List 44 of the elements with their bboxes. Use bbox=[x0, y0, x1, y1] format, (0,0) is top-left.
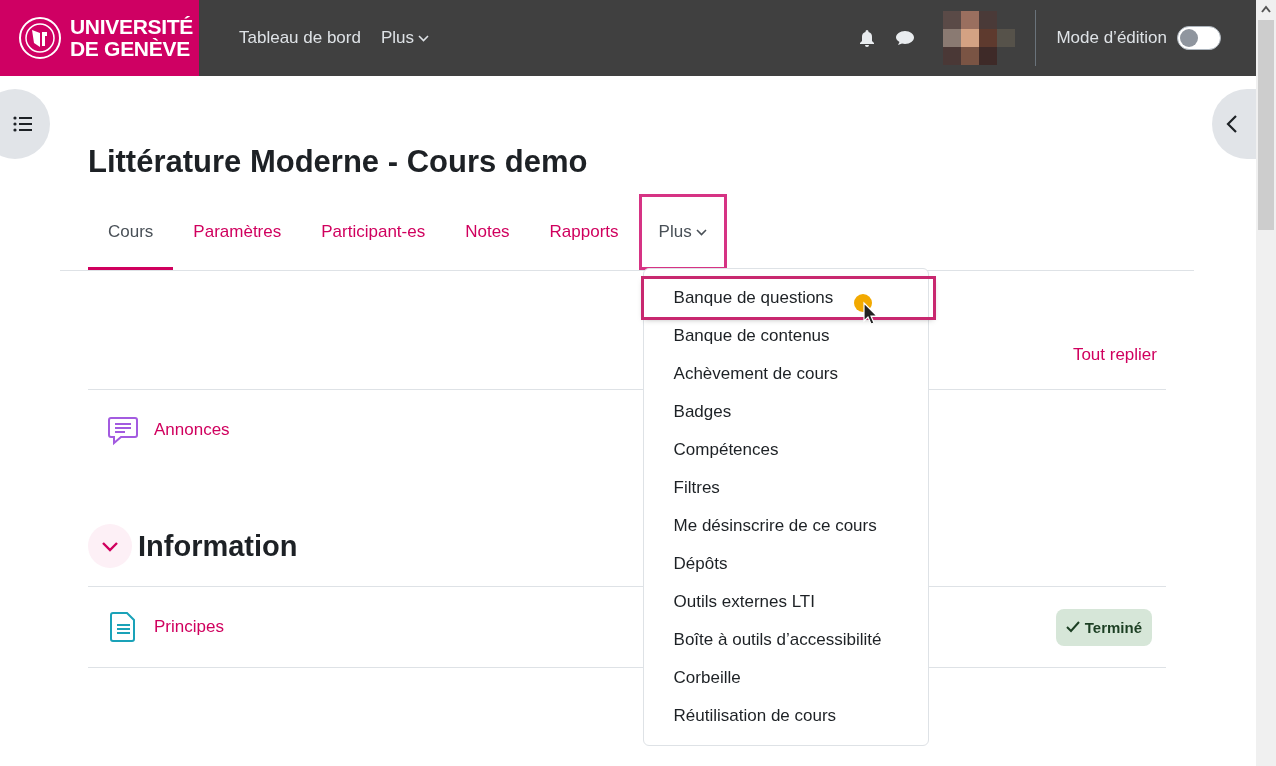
chevron-left-icon bbox=[1226, 114, 1238, 134]
menu-item[interactable]: Me désinscrire de ce cours bbox=[643, 507, 928, 545]
list-icon bbox=[13, 116, 33, 132]
course-title: Littérature Moderne - Cours demo bbox=[88, 144, 589, 180]
activity-link[interactable]: Principes bbox=[154, 615, 224, 639]
seal-icon bbox=[18, 16, 62, 60]
course-index-button[interactable] bbox=[0, 89, 50, 159]
course-tab[interactable]: Rapports bbox=[529, 194, 639, 270]
scrollbar-thumb[interactable] bbox=[1258, 20, 1274, 230]
menu-item[interactable]: Banque de questions bbox=[643, 279, 933, 317]
avatar-placeholder[interactable] bbox=[943, 11, 1016, 65]
menu-item[interactable]: Outils externes LTI bbox=[643, 583, 928, 621]
nav-link[interactable]: Plus bbox=[380, 28, 429, 48]
mouse-cursor-icon bbox=[851, 293, 880, 327]
caret-icon bbox=[418, 34, 429, 42]
menu-item[interactable]: Filtres bbox=[643, 469, 928, 507]
menu-item[interactable]: Dépôts bbox=[643, 545, 928, 583]
check-icon bbox=[1065, 621, 1080, 633]
course-tab[interactable]: Paramètres bbox=[173, 194, 302, 270]
menu-item[interactable]: Badges bbox=[643, 393, 928, 431]
scroll-up-icon[interactable] bbox=[1261, 5, 1271, 13]
logo-text: UNIVERSITÉ DE GENÈVE bbox=[70, 16, 194, 60]
chevron-down-icon bbox=[101, 540, 119, 552]
course-tab[interactable]: Participant-es bbox=[301, 194, 446, 270]
collapse-all-link[interactable]: Tout replier bbox=[1072, 343, 1157, 367]
menu-item[interactable]: Banque de contenus bbox=[643, 317, 928, 355]
menu-item[interactable]: Corbeille bbox=[643, 659, 928, 697]
course-tab[interactable]: Notes bbox=[445, 194, 530, 270]
chat-bubble-icon[interactable] bbox=[895, 28, 916, 48]
section-title: Information bbox=[138, 529, 298, 563]
edit-mode-label: Mode d’édition bbox=[1056, 28, 1167, 48]
university-logo[interactable]: UNIVERSITÉ DE GENÈVE bbox=[0, 0, 199, 76]
edit-mode-toggle[interactable] bbox=[1177, 26, 1221, 50]
completion-badge: Terminé bbox=[1055, 608, 1152, 646]
activity-link[interactable]: Annonces bbox=[154, 418, 230, 442]
menu-item[interactable]: Boîte à outils d’accessibilité bbox=[643, 621, 928, 659]
nav-link[interactable]: Tableau de bord bbox=[239, 28, 361, 48]
menu-item[interactable]: Achèvement de cours bbox=[643, 355, 928, 393]
menu-item[interactable]: Réutilisation de cours bbox=[643, 697, 928, 735]
scrollbar[interactable] bbox=[1256, 0, 1276, 766]
menu-item[interactable]: Compétences bbox=[643, 431, 928, 469]
course-tab[interactable]: Cours bbox=[88, 194, 174, 270]
caret-icon bbox=[695, 228, 707, 236]
section-toggle-button[interactable] bbox=[88, 524, 132, 568]
